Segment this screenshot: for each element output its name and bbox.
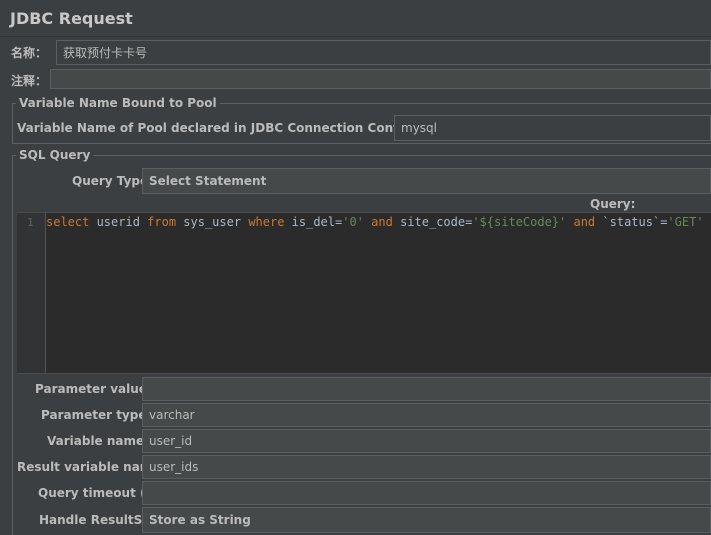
code-token: 'GET' bbox=[667, 215, 704, 229]
code-token: is_del= bbox=[284, 215, 343, 229]
code-token: select bbox=[46, 215, 90, 229]
pool-name-input[interactable]: mysql bbox=[394, 115, 711, 141]
code-token: where bbox=[248, 215, 285, 229]
code-token: userid bbox=[89, 215, 148, 229]
editor-gutter bbox=[17, 213, 45, 373]
variable-names-label: Variable names: bbox=[47, 434, 157, 448]
parameter-values-input[interactable] bbox=[142, 377, 711, 401]
query-type-select[interactable]: Select Statement bbox=[142, 168, 711, 194]
parameter-types-label: Parameter types: bbox=[41, 408, 159, 422]
result-variable-input[interactable]: user_ids bbox=[142, 455, 711, 479]
sql-editor[interactable]: 1 select userid from sys_user where is_d… bbox=[17, 212, 711, 374]
name-input[interactable]: 获取预付卡卡号 bbox=[56, 40, 711, 65]
code-token: sys_user bbox=[176, 215, 249, 229]
code-token: and bbox=[371, 215, 393, 229]
line-number: 1 bbox=[27, 216, 34, 229]
code-token: site_code= bbox=[392, 215, 473, 229]
code-token: '${siteCode}' bbox=[472, 215, 567, 229]
editor-gutter-line bbox=[45, 213, 46, 373]
title-divider bbox=[0, 36, 711, 37]
panel-title: JDBC Request bbox=[10, 9, 133, 28]
name-label: 名称： bbox=[11, 46, 48, 60]
code-token: `status`= bbox=[595, 215, 668, 229]
query-timeout-input[interactable] bbox=[142, 481, 711, 505]
comment-label: 注释： bbox=[11, 74, 48, 88]
query-label: Query: bbox=[590, 197, 636, 211]
code-token: from bbox=[147, 215, 177, 229]
pool-group-legend: Variable Name Bound to Pool bbox=[16, 96, 220, 110]
parameter-types-input[interactable]: varchar bbox=[142, 403, 711, 427]
handle-resultset-select[interactable]: Store as String bbox=[142, 507, 711, 533]
code-line[interactable]: select userid from sys_user where is_del… bbox=[46, 215, 704, 229]
comment-input[interactable] bbox=[50, 69, 711, 89]
code-token: and bbox=[573, 215, 596, 229]
parameter-values-label: Parameter values: bbox=[35, 382, 159, 396]
variable-names-input[interactable]: user_id bbox=[142, 429, 711, 453]
code-token: '0' bbox=[342, 215, 364, 229]
sql-query-legend: SQL Query bbox=[16, 148, 94, 162]
query-type-label: Query Type: bbox=[72, 174, 153, 188]
